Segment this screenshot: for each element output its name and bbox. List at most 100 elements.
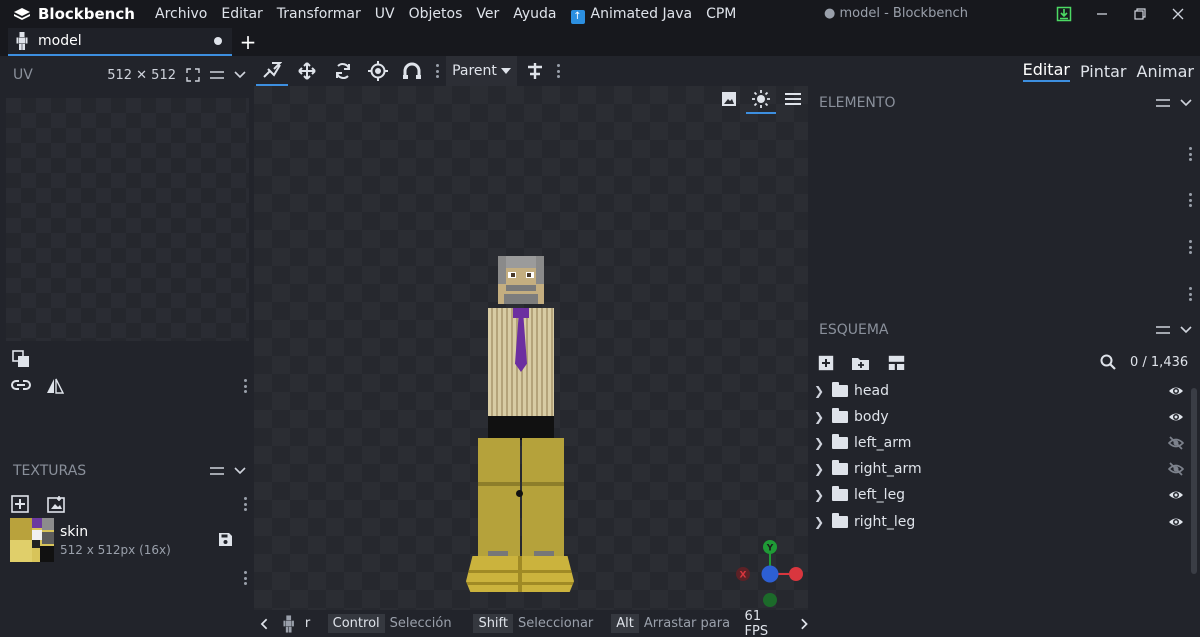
mode-tab-editar[interactable]: Editar — [1022, 60, 1070, 82]
link-icon[interactable] — [10, 377, 32, 393]
panel-menu-icon[interactable] — [210, 70, 224, 80]
menu-archivo[interactable]: Archivo — [148, 0, 214, 28]
collapse-chevron-icon[interactable] — [1180, 99, 1192, 107]
selection-count: 0 / 1,436 — [1130, 355, 1189, 370]
element-more-icon-1[interactable] — [1189, 147, 1193, 161]
outliner-item-head[interactable]: ❯ head — [808, 378, 1188, 404]
expand-chevron-icon[interactable]: ❯ — [814, 488, 832, 502]
import-texture-icon[interactable] — [47, 495, 65, 513]
save-texture-icon[interactable] — [218, 532, 233, 547]
texture-item-more-icon[interactable] — [244, 571, 248, 585]
collapse-all-icon[interactable] — [888, 355, 905, 371]
viewport-menu-icon[interactable] — [785, 93, 801, 105]
outliner-item-right-arm[interactable]: ❯ right_arm — [808, 456, 1188, 482]
visibility-eye-icon[interactable] — [1168, 487, 1184, 503]
element-more-icon-2[interactable] — [1189, 193, 1193, 207]
screenshot-icon[interactable] — [721, 91, 737, 107]
visibility-eye-icon[interactable] — [1168, 514, 1184, 530]
uv-more-icon[interactable] — [244, 379, 248, 393]
app-logo: Blockbench — [0, 5, 148, 23]
new-tab-button[interactable]: + — [238, 28, 258, 56]
add-group-icon[interactable] — [851, 355, 870, 371]
visibility-eye-icon[interactable] — [1168, 383, 1184, 399]
3d-viewport[interactable]: Y X — [254, 86, 808, 610]
visibility-eye-icon[interactable] — [1168, 409, 1184, 425]
model-body[interactable] — [488, 308, 554, 416]
tool-move-select[interactable] — [256, 56, 288, 86]
toolbar-more-icon-2[interactable] — [557, 64, 561, 78]
expand-chevron-icon[interactable]: ❯ — [814, 436, 832, 450]
outliner-item-left-arm[interactable]: ❯ left_arm — [808, 430, 1188, 456]
menu-cpm[interactable]: CPM — [699, 0, 743, 28]
model-pivot — [516, 490, 523, 497]
outliner-item-label: left_arm — [854, 435, 912, 451]
fullscreen-icon[interactable] — [186, 68, 200, 82]
pivot-mode-label: Parent — [452, 63, 497, 79]
add-texture-icon[interactable] — [11, 495, 29, 513]
element-more-icon-3[interactable] — [1189, 240, 1193, 254]
pivot-tool-icon[interactable] — [368, 61, 388, 81]
copy-uv-icon[interactable] — [12, 350, 30, 368]
model-leg-left[interactable] — [478, 438, 520, 557]
model-feet[interactable] — [466, 556, 574, 592]
title-bar: Blockbench Archivo Editar Transformar UV… — [0, 0, 1200, 28]
uv-editor-canvas[interactable] — [6, 98, 249, 341]
rotate-tool-icon[interactable] — [334, 62, 352, 80]
update-icon[interactable] — [1046, 0, 1082, 28]
outliner-item-left-leg[interactable]: ❯ left_leg — [808, 482, 1188, 508]
chevron-right-icon[interactable] — [799, 618, 808, 630]
minimize-icon[interactable] — [1084, 0, 1120, 28]
chevron-left-icon[interactable] — [260, 618, 269, 630]
outliner-scrollbar[interactable] — [1191, 388, 1197, 574]
center-icon[interactable] — [526, 62, 544, 80]
close-icon[interactable] — [1160, 0, 1196, 28]
visibility-off-icon[interactable] — [1168, 435, 1184, 451]
textures-more-icon[interactable] — [244, 497, 248, 511]
model-leg-right[interactable] — [522, 438, 564, 557]
orientation-gizmo[interactable]: Y X — [734, 536, 806, 610]
expand-chevron-icon[interactable]: ❯ — [814, 410, 832, 424]
collapse-chevron-icon[interactable] — [234, 71, 246, 79]
tab-model[interactable]: model — [8, 28, 232, 56]
collapse-chevron-icon[interactable] — [1180, 326, 1192, 334]
vertex-snap-icon[interactable] — [402, 62, 424, 80]
toolbar-more-icon[interactable] — [436, 64, 440, 78]
menu-uv[interactable]: UV — [368, 0, 402, 28]
expand-chevron-icon[interactable]: ❯ — [814, 384, 832, 398]
mirror-icon[interactable] — [46, 378, 64, 394]
visibility-off-icon[interactable] — [1168, 461, 1184, 477]
folder-icon — [832, 486, 848, 501]
tab-bar: model + — [0, 28, 1200, 56]
model-head[interactable] — [498, 256, 544, 304]
outliner-item-right-leg[interactable]: ❯ right_leg — [808, 509, 1188, 535]
texture-item-skin[interactable]: skin 512 x 512px (16x) — [0, 516, 254, 568]
search-icon[interactable] — [1100, 354, 1116, 370]
panel-menu-icon[interactable] — [210, 466, 224, 476]
menu-animated-java[interactable]: ↑ Animated Java — [564, 0, 700, 28]
expand-chevron-icon[interactable]: ❯ — [814, 462, 832, 476]
element-more-icon-4[interactable] — [1189, 287, 1193, 301]
unsaved-dot-icon[interactable] — [214, 37, 222, 45]
right-sidebar: Editar Pintar Animar ELEMENTO ESQUEMA 0 … — [808, 56, 1200, 637]
lighting-toggle[interactable] — [746, 88, 776, 114]
pivot-mode-select[interactable]: Parent — [446, 56, 517, 86]
mode-tab-animar[interactable]: Animar — [1137, 62, 1195, 81]
uv-size[interactable]: 512 ✕ 512 — [107, 68, 176, 83]
menu-transformar[interactable]: Transformar — [270, 0, 368, 28]
resize-tool-icon[interactable] — [298, 62, 316, 80]
window-title: ● model - Blockbench — [824, 6, 968, 21]
collapse-chevron-icon[interactable] — [234, 467, 246, 475]
menu-ayuda[interactable]: Ayuda — [506, 0, 563, 28]
add-cube-icon[interactable] — [818, 355, 834, 371]
panel-menu-icon[interactable] — [1156, 325, 1170, 335]
menu-ver[interactable]: Ver — [469, 0, 506, 28]
mode-tab-pintar[interactable]: Pintar — [1080, 62, 1127, 81]
expand-chevron-icon[interactable]: ❯ — [814, 515, 832, 529]
restore-icon[interactable] — [1122, 0, 1158, 28]
menu-objetos[interactable]: Objetos — [402, 0, 470, 28]
move-tool-icon — [263, 62, 282, 78]
outliner-item-body[interactable]: ❯ body — [808, 404, 1188, 430]
menu-editar[interactable]: Editar — [214, 0, 269, 28]
panel-menu-icon[interactable] — [1156, 98, 1170, 108]
outliner-panel-header: ESQUEMA — [808, 314, 1200, 346]
